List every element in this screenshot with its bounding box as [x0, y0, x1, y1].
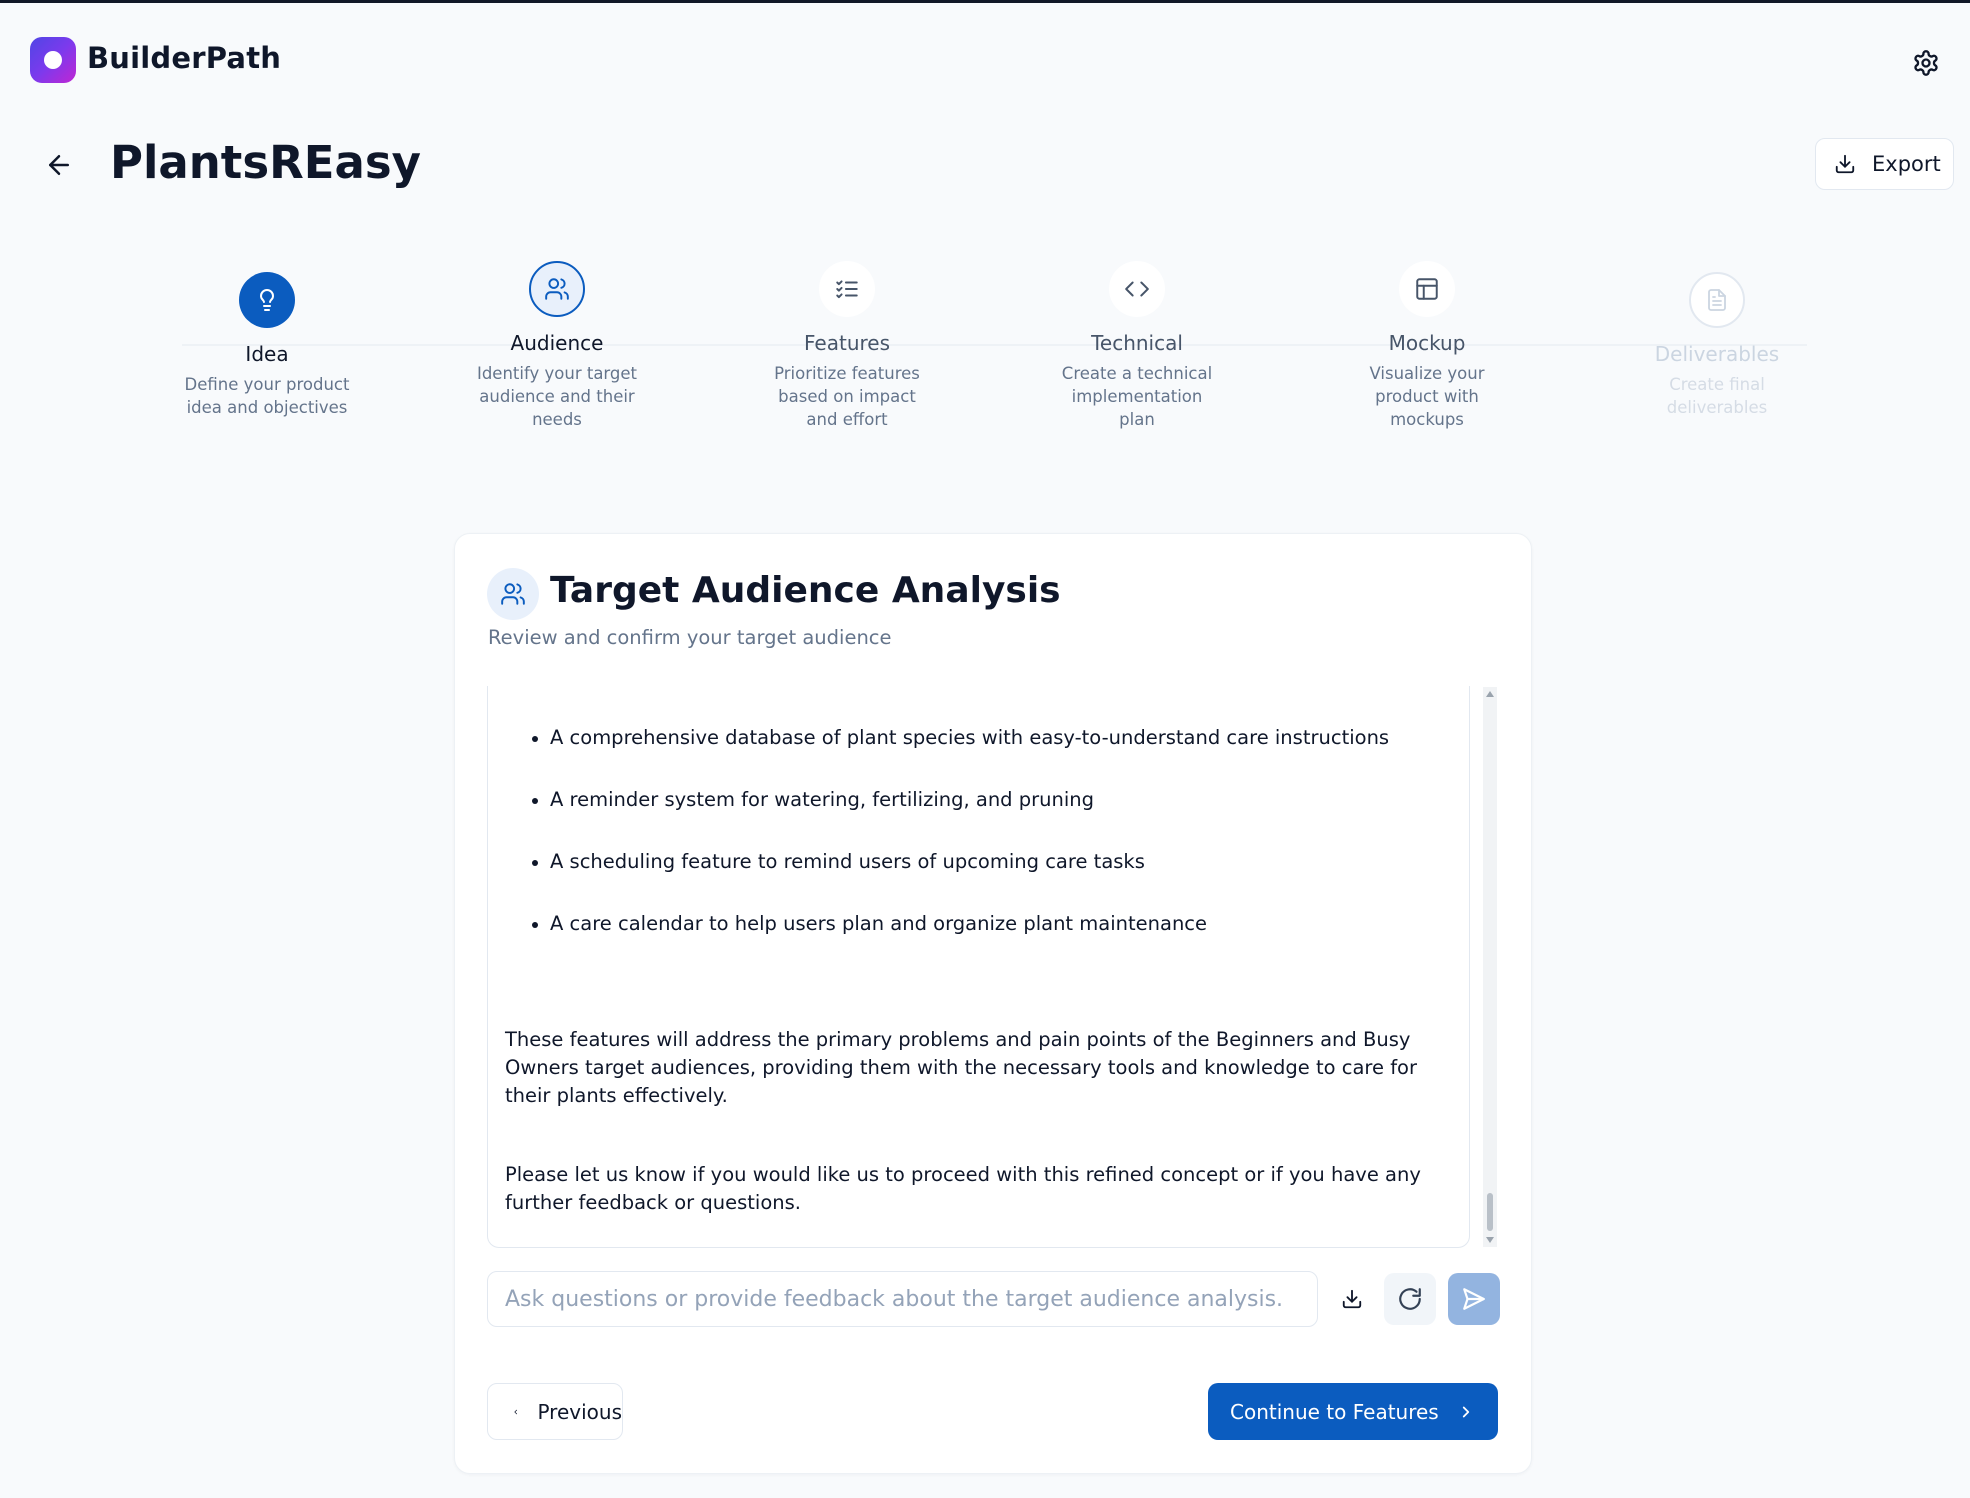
project-title: PlantsREasy	[110, 136, 421, 189]
step-description: Define your product idea and objectives	[184, 375, 350, 417]
step-title: Features	[804, 331, 890, 355]
summary-paragraph: These features will address the primary …	[505, 1028, 1418, 1107]
scrollbar-thumb[interactable]	[1487, 1193, 1493, 1231]
audience-analysis-card: Target Audience Analysis Review and conf…	[454, 533, 1532, 1474]
list-item: A comprehensive database of plant specie…	[488, 726, 1469, 788]
regenerate-button[interactable]	[1384, 1273, 1436, 1325]
brand-name: BuilderPath	[87, 41, 282, 75]
scroll-up-arrow-icon[interactable]	[1486, 691, 1494, 697]
step-title: Technical	[1091, 331, 1183, 355]
step-description: Identify your target audience and their …	[476, 364, 638, 429]
send-button[interactable]	[1448, 1273, 1500, 1325]
file-text-icon	[1689, 272, 1745, 328]
feedback-input[interactable]	[487, 1271, 1318, 1327]
lightbulb-icon	[239, 272, 295, 328]
step-title: Audience	[510, 331, 604, 355]
card-title: Target Audience Analysis	[550, 570, 1061, 611]
list-item: A care calendar to help users plan and o…	[488, 912, 1469, 974]
step-title: Deliverables	[1654, 342, 1780, 366]
analysis-content[interactable]: A comprehensive database of plant specie…	[487, 686, 1470, 1248]
closing-paragraph: Please let us know if you would like us …	[505, 1163, 1421, 1214]
refresh-icon	[1399, 1288, 1421, 1310]
step-description: Create final deliverables	[1666, 375, 1768, 417]
back-arrow-icon[interactable]	[44, 150, 74, 180]
export-button[interactable]: Export	[1815, 138, 1954, 190]
chevron-right-icon	[1462, 1406, 1469, 1417]
step-title: Mockup	[1388, 331, 1466, 355]
content-scrollbar[interactable]	[1483, 687, 1497, 1247]
card-subtitle: Review and confirm your target audience	[488, 626, 892, 649]
stepper-track	[182, 344, 1807, 346]
feature-list: A comprehensive database of plant specie…	[488, 726, 1469, 974]
step-description: Visualize your product with mockups	[1369, 364, 1485, 429]
continue-to-features-button[interactable]: Continue to Features	[1208, 1383, 1498, 1440]
previous-button[interactable]: Previous	[487, 1383, 623, 1440]
settings-gear-icon[interactable]	[1912, 49, 1940, 77]
step-description: Create a technical implementation plan	[1061, 364, 1213, 429]
code-icon	[1109, 261, 1165, 317]
step-description: Prioritize features based on impact and …	[774, 364, 920, 429]
previous-label: Previous	[537, 1399, 622, 1424]
download-icon	[1342, 1289, 1362, 1309]
list-item: A scheduling feature to remind users of …	[488, 850, 1469, 912]
list-checks-icon	[819, 261, 875, 317]
users-icon	[529, 261, 585, 317]
step-title: Idea	[245, 342, 289, 366]
layout-icon	[1399, 261, 1455, 317]
chevron-left-icon	[514, 1409, 518, 1414]
scroll-down-arrow-icon[interactable]	[1486, 1237, 1494, 1243]
app-header: BuilderPath	[0, 3, 1970, 113]
download-icon	[1835, 154, 1855, 174]
send-icon	[1463, 1288, 1485, 1310]
list-item: A reminder system for watering, fertiliz…	[488, 788, 1469, 850]
continue-label: Continue to Features	[1230, 1399, 1439, 1424]
users-icon	[487, 568, 539, 620]
builderpath-logo	[30, 37, 76, 83]
export-label: Export	[1872, 152, 1941, 176]
download-button[interactable]	[1326, 1273, 1378, 1325]
